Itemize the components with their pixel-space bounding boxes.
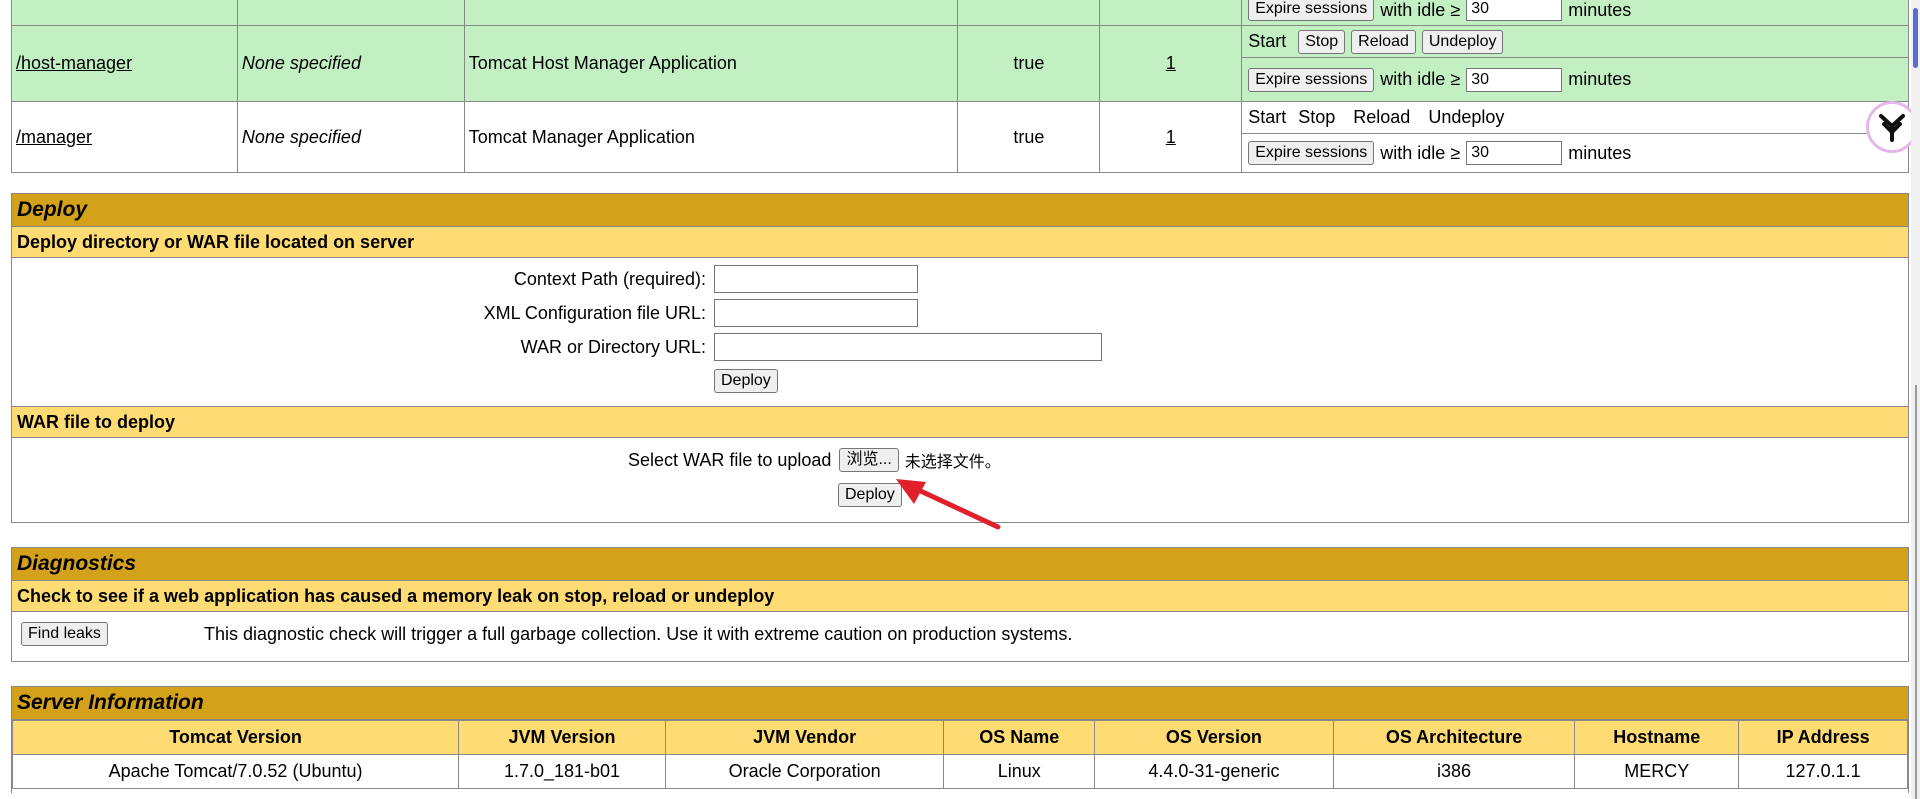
header-jvm-version: JVM Version xyxy=(458,720,666,755)
table-row: Expire sessions with idle ≥ minutes xyxy=(11,0,1909,26)
table-row: /manager None specified Tomcat Manager A… xyxy=(11,101,1909,173)
expire-sessions-button[interactable]: Expire sessions xyxy=(1248,0,1375,21)
expire-sessions-button[interactable]: Expire sessions xyxy=(1248,141,1375,165)
server-info-section: Server Information Tomcat Version JVM Ve… xyxy=(11,686,1909,793)
war-dir-url-input[interactable] xyxy=(714,333,1102,361)
os-name: Linux xyxy=(943,754,1096,789)
header-os-architecture: OS Architecture xyxy=(1332,720,1576,755)
section-subtitle: WAR file to deploy xyxy=(12,406,1908,438)
no-file-selected-label: 未选择文件。 xyxy=(904,452,1001,471)
os-architecture: i386 xyxy=(1332,754,1576,789)
section-title: Deploy xyxy=(12,194,1908,227)
reload-button[interactable]: Reload xyxy=(1351,29,1416,54)
select-war-label: Select WAR file to upload xyxy=(628,449,832,470)
header-os-version: OS Version xyxy=(1094,720,1334,755)
app-path-link[interactable]: /manager xyxy=(16,127,92,147)
context-path-input[interactable] xyxy=(714,265,918,293)
minutes-label: minutes xyxy=(1568,69,1632,89)
app-version: None specified xyxy=(241,53,361,73)
xml-config-input[interactable] xyxy=(714,299,918,327)
minutes-label: minutes xyxy=(1568,0,1632,20)
app-running: true xyxy=(957,25,1101,102)
server-info-table: Tomcat Version JVM Version JVM Vendor OS… xyxy=(11,720,1908,789)
idle-minutes-input[interactable] xyxy=(1466,67,1563,92)
section-title: Diagnostics xyxy=(12,548,1908,581)
undeploy-label: Undeploy xyxy=(1428,107,1505,127)
find-leaks-button[interactable]: Find leaks xyxy=(21,622,108,646)
app-path-link[interactable]: /host-manager xyxy=(16,53,132,73)
with-idle-label: with idle ≥ xyxy=(1380,142,1461,163)
os-version: 4.4.0-31-generic xyxy=(1094,754,1334,789)
app-sessions-link[interactable]: 1 xyxy=(1166,53,1176,73)
app-display-name: Tomcat Host Manager Application xyxy=(463,25,959,102)
deploy-section: Deploy Deploy directory or WAR file loca… xyxy=(11,193,1909,523)
table-row: /host-manager None specified Tomcat Host… xyxy=(11,25,1909,102)
with-idle-label: with idle ≥ xyxy=(1380,69,1461,89)
jvm-vendor: Oracle Corporation xyxy=(664,754,945,789)
expire-sessions-button[interactable]: Expire sessions xyxy=(1248,67,1375,92)
section-title: Server Information xyxy=(12,687,1908,720)
table-row: Apache Tomcat/7.0.52 (Ubuntu) 1.7.0_181-… xyxy=(11,754,1908,789)
ip-address: 127.0.1.1 xyxy=(1738,754,1908,789)
xml-config-label: XML Configuration file URL: xyxy=(483,302,706,323)
start-label: Start xyxy=(1248,107,1287,127)
stop-label: Stop xyxy=(1298,107,1336,127)
deploy-button[interactable]: Deploy xyxy=(714,369,778,393)
upload-deploy-button[interactable]: Deploy xyxy=(838,483,902,507)
jvm-version: 1.7.0_181-b01 xyxy=(458,754,666,789)
header-os-name: OS Name xyxy=(943,720,1096,755)
diagnostics-description: This diagnostic check will trigger a ful… xyxy=(204,624,1073,644)
app-sessions-link[interactable]: 1 xyxy=(1166,127,1176,147)
idle-minutes-input[interactable] xyxy=(1466,0,1563,21)
start-label: Start xyxy=(1248,31,1287,51)
minutes-label: minutes xyxy=(1568,142,1632,163)
with-idle-label: with idle ≥ xyxy=(1380,0,1461,20)
tomcat-version: Apache Tomcat/7.0.52 (Ubuntu) xyxy=(11,754,460,789)
app-running: true xyxy=(957,101,1101,173)
header-hostname: Hostname xyxy=(1574,720,1740,755)
header-jvm-vendor: JVM Vendor xyxy=(664,720,945,755)
section-subtitle: Deploy directory or WAR file located on … xyxy=(12,227,1908,258)
app-display-name: Tomcat Manager Application xyxy=(463,101,959,173)
hostname: MERCY xyxy=(1574,754,1740,789)
scrollbar-track xyxy=(1915,385,1917,799)
stop-button[interactable]: Stop xyxy=(1298,29,1346,54)
app-version: None specified xyxy=(241,126,361,147)
section-subtitle: Check to see if a web application has ca… xyxy=(12,581,1908,612)
table-header-row: Tomcat Version JVM Version JVM Vendor OS… xyxy=(11,720,1908,755)
diagnostics-section: Diagnostics Check to see if a web applic… xyxy=(11,547,1909,662)
reload-label: Reload xyxy=(1353,107,1411,127)
vertical-scrollbar[interactable] xyxy=(1911,0,1920,799)
header-ip-address: IP Address xyxy=(1738,720,1908,755)
idle-minutes-input[interactable] xyxy=(1466,141,1563,165)
scrollbar-thumb[interactable] xyxy=(1913,8,1918,68)
header-tomcat-version: Tomcat Version xyxy=(11,720,460,755)
war-dir-url-label: WAR or Directory URL: xyxy=(520,336,706,357)
undeploy-button[interactable]: Undeploy xyxy=(1421,29,1504,54)
context-path-label: Context Path (required): xyxy=(513,268,706,289)
browse-file-button[interactable]: 浏览... xyxy=(839,448,899,472)
applications-table: Expire sessions with idle ≥ minutes /hos… xyxy=(11,0,1909,173)
